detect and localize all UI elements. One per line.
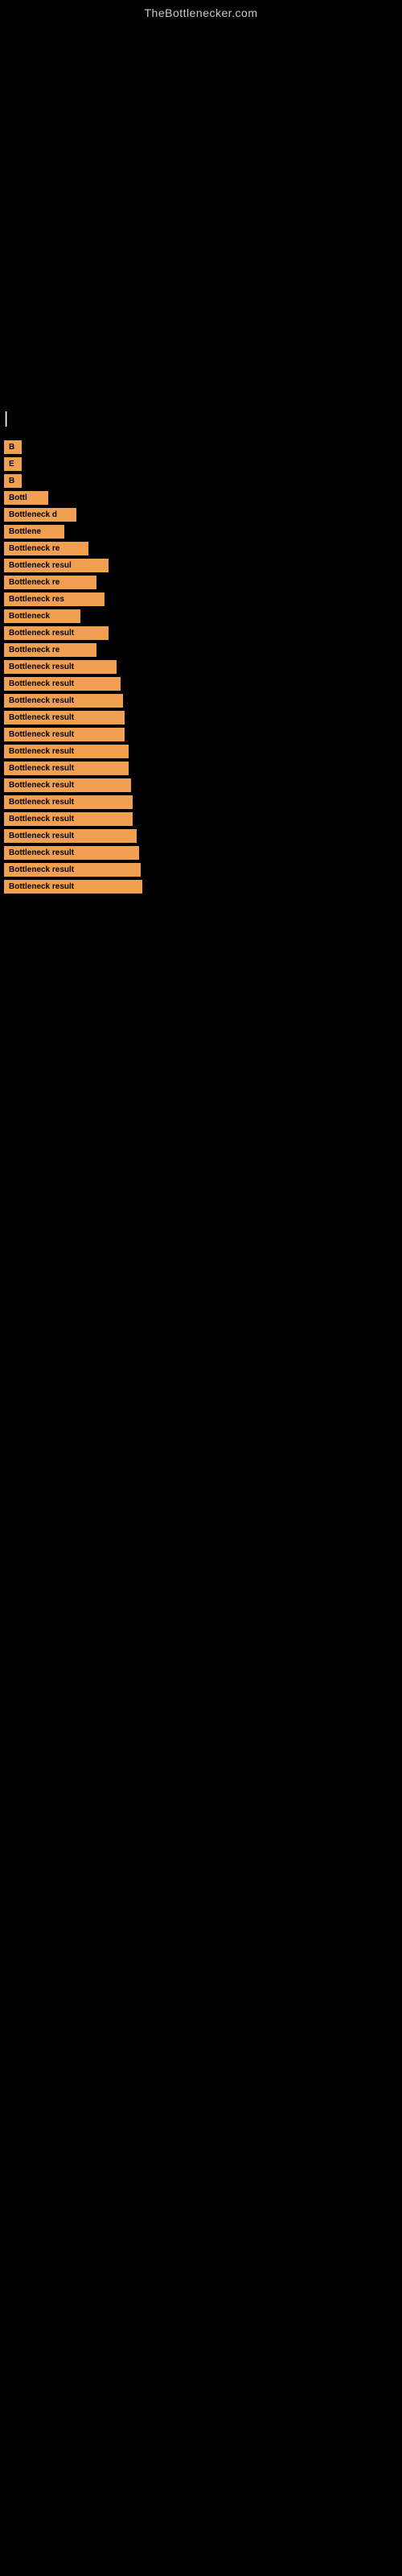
result-row: Bottleneck result [0,660,402,674]
result-row: Bottleneck res [0,592,402,606]
result-row: Bottleneck result [0,626,402,640]
bottleneck-result-label: Bottl [4,491,48,505]
result-row: Bottl [0,491,402,505]
result-row: Bottleneck result [0,795,402,809]
bottleneck-result-label: Bottleneck result [4,863,141,877]
bottleneck-result-label: Bottleneck result [4,660,117,674]
bottleneck-result-label: Bottleneck re [4,643,96,657]
result-row: B [0,440,402,454]
result-row: Bottleneck d [0,508,402,522]
bottleneck-result-label: Bottleneck result [4,880,142,894]
result-row: Bottleneck re [0,643,402,657]
result-row: Bottleneck result [0,694,402,708]
bottleneck-result-label: Bottleneck result [4,846,139,860]
result-row: E [0,457,402,471]
result-row: Bottleneck resul [0,559,402,572]
bottleneck-result-label: Bottleneck result [4,728,125,741]
bottleneck-result-label: B [4,440,22,454]
result-row: Bottleneck result [0,762,402,775]
result-row: Bottlene [0,525,402,539]
results-container: BEB Bottl Bottleneck d Bottlene Bottleneck r… [0,432,402,905]
bottleneck-result-label: Bottleneck result [4,795,133,809]
result-row: Bottleneck re [0,576,402,589]
bottleneck-result-label: Bottleneck re [4,576,96,589]
result-row: Bottleneck re [0,542,402,555]
bottleneck-result-label: Bottleneck result [4,745,129,758]
bottleneck-result-label: Bottleneck d [4,508,76,522]
bottleneck-result-label: Bottleneck result [4,677,121,691]
result-row: Bottleneck result [0,745,402,758]
result-row: Bottleneck result [0,880,402,894]
result-row: Bottleneck result [0,677,402,691]
bottleneck-result-label: Bottleneck res [4,592,105,606]
cursor-line: | [0,406,402,432]
bottleneck-result-label: Bottleneck result [4,762,129,775]
chart-area [0,19,402,406]
result-row: Bottleneck result [0,863,402,877]
bottleneck-result-label: Bottleneck result [4,694,123,708]
result-row: B [0,474,402,488]
result-row: Bottleneck result [0,829,402,843]
bottleneck-result-label: Bottleneck re [4,542,88,555]
bottleneck-result-label: Bottleneck result [4,829,137,843]
bottleneck-result-label: Bottlene [4,525,64,539]
bottleneck-result-label: Bottleneck resul [4,559,109,572]
result-row: Bottleneck result [0,711,402,724]
site-title: TheBottlenecker.com [0,0,402,19]
bottleneck-result-label: Bottleneck [4,609,80,623]
result-row: Bottleneck result [0,778,402,792]
result-row: Bottleneck result [0,846,402,860]
bottleneck-result-label: E [4,457,22,471]
bottleneck-result-label: Bottleneck result [4,812,133,826]
result-row: Bottleneck result [0,728,402,741]
result-row: Bottleneck result [0,812,402,826]
bottleneck-result-label: Bottleneck result [4,778,131,792]
bottleneck-result-label: Bottleneck result [4,626,109,640]
bottleneck-result-label: Bottleneck result [4,711,125,724]
result-row: Bottleneck [0,609,402,623]
bottleneck-result-label: B [4,474,22,488]
